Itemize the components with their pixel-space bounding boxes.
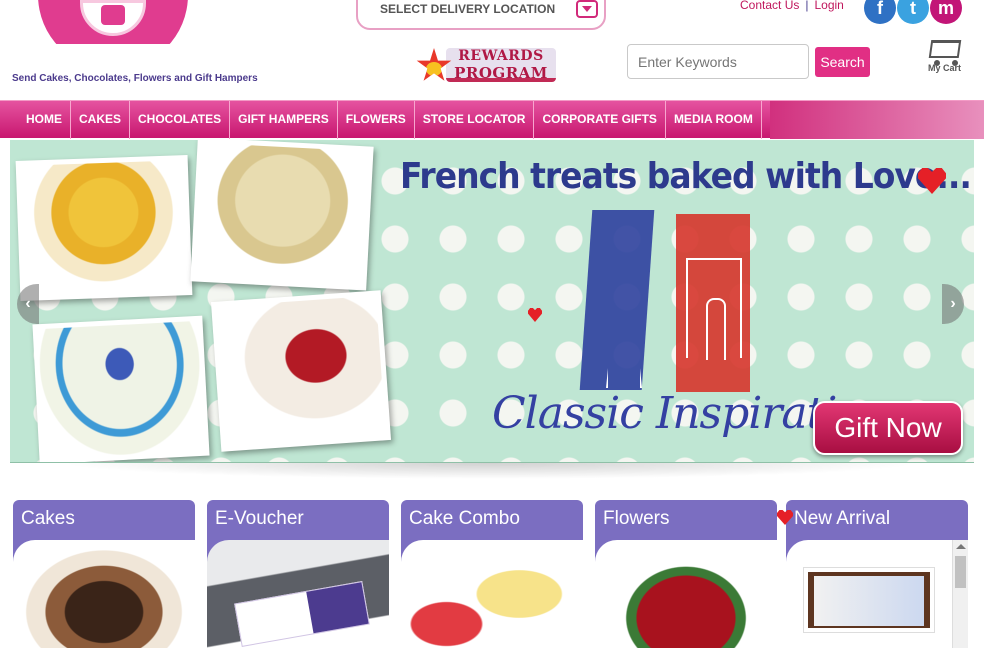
cake-photo [15,155,193,301]
twitter-icon[interactable]: t [897,0,929,24]
rewards-label-line1: REWARDS [458,48,544,64]
chevron-down-icon[interactable] [576,0,598,18]
category-image [401,540,583,648]
category-tile-e-voucher[interactable]: E-Voucher [207,500,389,648]
category-tile-flowers[interactable]: Flowers [595,500,777,648]
contact-us-link[interactable]: Contact Us [740,0,799,12]
gift-now-button[interactable]: Gift Now [813,401,963,455]
arc-de-triomphe-icon [686,258,742,360]
rewards-program-link[interactable]: REWARDS PROGRAM [416,44,556,88]
nav-item-home[interactable]: HOME [18,101,71,139]
cart-icon [928,40,962,58]
category-title: New Arrival [794,508,891,529]
category-tile-new-arrival[interactable]: New Arrival [786,500,968,648]
new-arrival-cake [803,567,935,633]
nav-items: HOME CAKES CHOCOLATES GIFT HAMPERS FLOWE… [18,101,762,139]
tile-scrollbar[interactable] [952,540,968,648]
rewards-label-line2: PROGRAM [454,64,548,82]
site-tagline: Send Cakes, Chocolates, Flowers and Gift… [12,73,258,84]
category-image [207,540,389,648]
social-media-icon[interactable]: m [930,0,962,24]
page: Send Cakes, Chocolates, Flowers and Gift… [0,0,984,648]
category-image [786,540,968,648]
nav-item-flowers[interactable]: FLOWERS [338,101,415,139]
nav-item-cakes[interactable]: CAKES [71,101,131,139]
nav-item-chocolates[interactable]: CHOCOLATES [130,101,231,139]
category-title: Cake Combo [409,508,520,529]
site-logo[interactable]: Send Cakes, Chocolates, Flowers and Gift… [10,0,270,92]
voucher-card [234,581,370,647]
cart-link[interactable]: My Cart [924,36,968,76]
category-tile-cakes[interactable]: Cakes [13,500,195,648]
scrollbar-thumb[interactable] [955,556,966,588]
delivery-location-select[interactable]: SELECT DELIVERY LOCATION [356,0,606,30]
cake-photo [190,140,374,291]
hero-banner[interactable]: French treats baked with Love... Classic… [10,140,974,463]
search-input[interactable] [627,44,809,79]
cart-label: My Cart [928,63,962,73]
logo-name-plate [48,44,176,72]
category-title: E-Voucher [215,508,304,529]
nav-item-store-locator[interactable]: STORE LOCATOR [415,101,535,139]
banner-headline: French treats baked with Love... [400,154,972,197]
category-image [595,540,777,648]
link-separator: | [805,0,809,12]
category-image [13,540,195,648]
category-title: Flowers [603,508,670,529]
nav-item-media-room[interactable]: MEDIA ROOM [666,101,762,139]
main-nav: HOME CAKES CHOCOLATES GIFT HAMPERS FLOWE… [0,100,984,139]
rewards-banner: REWARDS PROGRAM [446,48,556,82]
nav-gradient [770,101,984,139]
facebook-icon[interactable]: f [864,0,896,24]
top-links: Contact Us | Login [740,0,844,12]
category-title: Cakes [21,508,75,529]
nav-item-gift-hampers[interactable]: GIFT HAMPERS [230,101,338,139]
nav-item-corporate-gifts[interactable]: CORPORATE GIFTS [534,101,666,139]
delivery-location-label: SELECT DELIVERY LOCATION [380,2,556,16]
login-link[interactable]: Login [814,0,843,12]
cake-photo [32,315,210,462]
category-tile-cake-combo[interactable]: Cake Combo [401,500,583,648]
search-button[interactable]: Search [815,47,870,77]
cake-photo [210,290,392,452]
banner-shadow [60,463,920,479]
scroll-up-icon[interactable] [956,544,966,549]
